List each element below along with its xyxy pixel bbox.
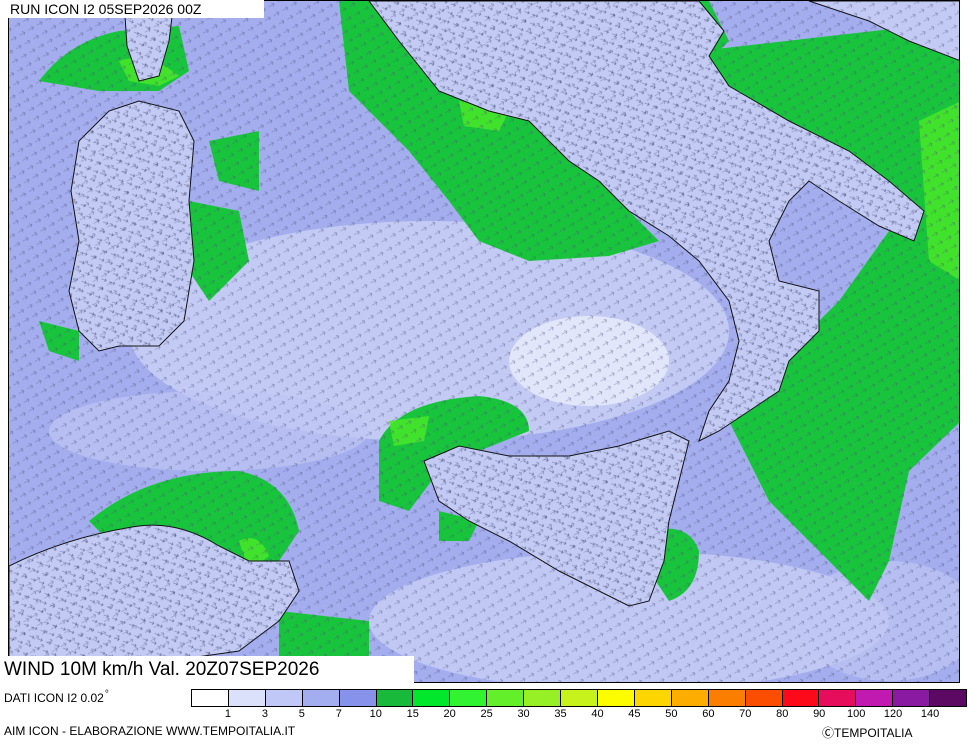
scale-tick-label: 35 — [554, 708, 567, 720]
scale-tick-label: 20 — [443, 708, 456, 720]
scale-swatch — [524, 690, 562, 706]
scale-swatch — [782, 690, 820, 706]
scale-swatch — [450, 690, 488, 706]
scale-swatch — [708, 690, 746, 706]
scale-swatch — [634, 690, 672, 706]
data-source-text: DATI ICON I2 0.02 — [4, 691, 104, 705]
scale-swatch — [745, 690, 783, 706]
scale-swatch — [893, 690, 931, 706]
credits-label: AIM ICON - ELABORAZIONE WWW.TEMPOITALIA.… — [4, 724, 296, 738]
scale-tick-label: 90 — [813, 708, 826, 720]
scale-tick-label: 25 — [480, 708, 493, 720]
scale-tick-label: 120 — [883, 708, 903, 720]
scale-swatch — [671, 690, 709, 706]
field-valid-time-label: WIND 10M km/h Val. 20Z07SEP2026 — [0, 656, 414, 683]
scale-swatch — [930, 690, 967, 706]
scale-swatch — [228, 690, 266, 706]
scale-tick-label: 45 — [628, 708, 641, 720]
scale-tick-label: 140 — [920, 708, 940, 720]
scale-swatch — [376, 690, 414, 706]
scale-tick-label: 10 — [369, 708, 382, 720]
copyright-label: ⒸTEMPOITALIA — [822, 726, 913, 740]
scale-swatch — [819, 690, 857, 706]
scale-swatch — [192, 690, 229, 706]
scale-tick-label: 7 — [335, 708, 342, 720]
wind-speed-scale-ticks: 1 3 5 7 10 15 20 25 30 35 40 45 50 60 70 80 90 100 120 140 — [191, 708, 967, 722]
degree-sign: ° — [104, 689, 109, 700]
scale-swatch — [856, 690, 894, 706]
scale-tick-label: 60 — [702, 708, 715, 720]
scale-tick-label: 5 — [298, 708, 305, 720]
data-source-label: DATI ICON I2 0.02° — [4, 689, 109, 705]
scale-swatch — [339, 690, 377, 706]
scale-swatch — [302, 690, 340, 706]
scale-tick-label: 40 — [591, 708, 604, 720]
scale-tick-label: 30 — [517, 708, 530, 720]
scale-tick-label: 50 — [665, 708, 678, 720]
scale-tick-label: 15 — [406, 708, 419, 720]
scale-swatch — [487, 690, 525, 706]
scale-tick-label: 80 — [776, 708, 789, 720]
wind-speed-color-scale — [191, 689, 967, 707]
scale-tick-label: 70 — [739, 708, 752, 720]
scale-swatch — [561, 690, 598, 706]
run-label: RUN ICON I2 05SEP2026 00Z — [8, 0, 264, 18]
wind-map — [8, 0, 960, 683]
scale-tick-label: 100 — [846, 708, 866, 720]
scale-swatch — [265, 690, 303, 706]
scale-tick-label: 3 — [261, 708, 268, 720]
scale-swatch — [413, 690, 451, 706]
scale-tick-label: 1 — [224, 708, 231, 720]
scale-swatch — [597, 690, 635, 706]
